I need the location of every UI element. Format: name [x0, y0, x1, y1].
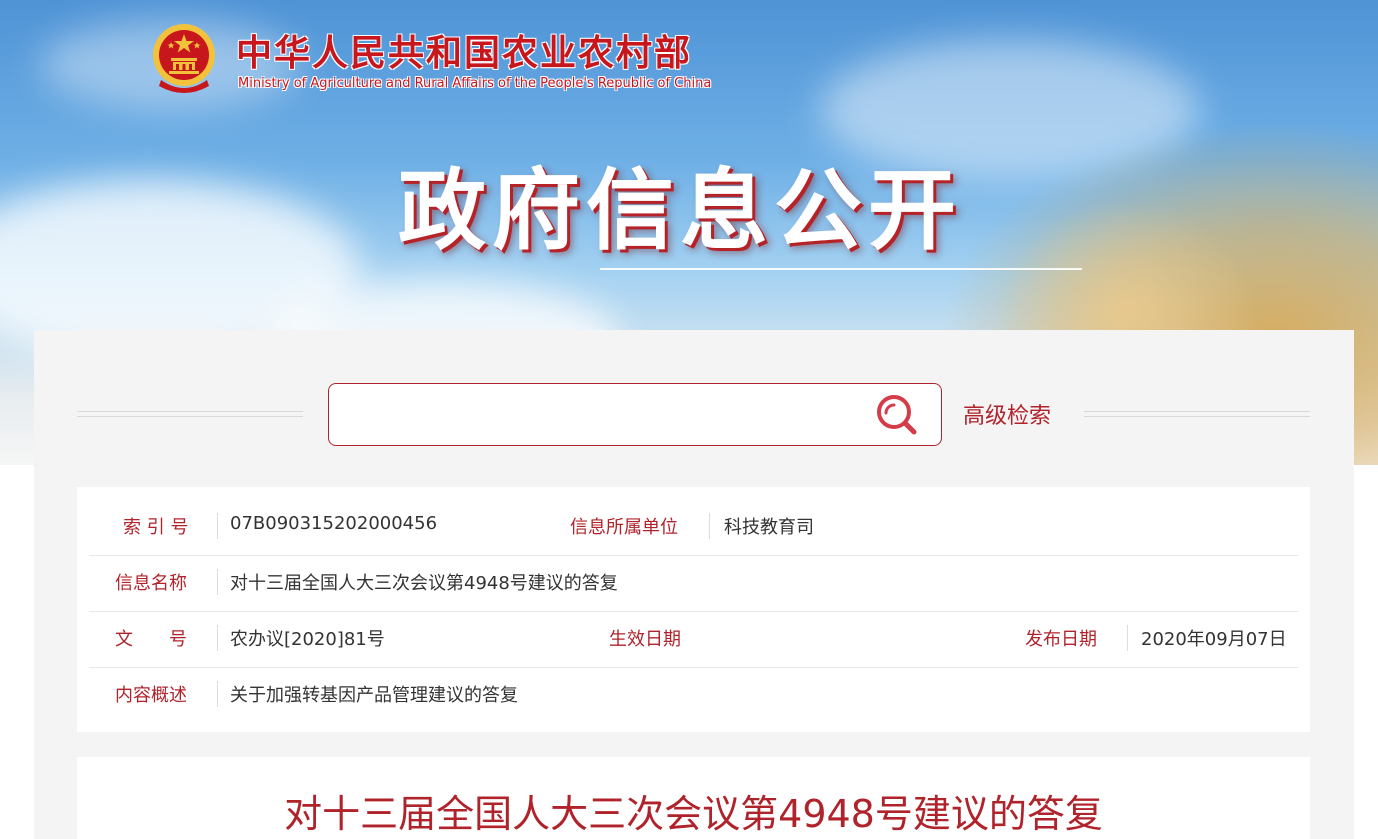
- name-label: 信息名称: [115, 573, 187, 594]
- summary-label: 内容概述: [115, 685, 187, 706]
- divider: [709, 513, 710, 539]
- advanced-search-link[interactable]: 高级检索: [963, 398, 1051, 430]
- divider: [217, 513, 218, 539]
- divider: [217, 681, 218, 707]
- search-divider-left: [77, 411, 303, 417]
- doc-no-value: 农办议[2020]81号: [230, 629, 385, 650]
- name-value: 对十三届全国人大三次会议第4948号建议的答复: [230, 573, 618, 594]
- publish-date-value: 2020年09月07日: [1141, 629, 1287, 650]
- search-box: [328, 383, 942, 446]
- info-row: 索 引 号 07B090315202000456 信息所属单位 科技教育司: [89, 499, 1298, 556]
- index-value: 07B090315202000456: [230, 513, 438, 534]
- search-input[interactable]: [341, 394, 865, 436]
- unit-value: 科技教育司: [724, 517, 814, 538]
- ministry-name-en: Ministry of Agriculture and Rural Affair…: [238, 76, 712, 91]
- content-panel: 高级检索 索 引 号 07B090315202000456 信息所属单位 科技教…: [34, 330, 1354, 839]
- index-label: 索 引 号: [123, 517, 189, 538]
- info-row: 文 号 农办议[2020]81号 生效日期 发布日期 2020年09月07日: [89, 611, 1298, 668]
- info-table: 索 引 号 07B090315202000456 信息所属单位 科技教育司 信息…: [77, 487, 1310, 732]
- national-emblem-icon: [153, 24, 215, 93]
- banner-underline: [600, 268, 1082, 270]
- info-row: 信息名称 对十三届全国人大三次会议第4948号建议的答复: [89, 555, 1298, 612]
- effective-date-label: 生效日期: [609, 629, 681, 650]
- unit-label: 信息所属单位: [570, 517, 678, 538]
- divider: [217, 625, 218, 651]
- ministry-name-cn: 中华人民共和国农业农村部: [236, 33, 693, 74]
- doc-no-label: 文 号: [115, 629, 187, 650]
- divider: [1127, 625, 1128, 651]
- banner-title: 政府信息公开: [398, 159, 963, 262]
- search-divider-right: [1084, 411, 1310, 417]
- publish-date-label: 发布日期: [1025, 629, 1097, 650]
- document-title-card: 对十三届全国人大三次会议第4948号建议的答复: [77, 757, 1310, 839]
- info-row: 内容概述 关于加强转基因产品管理建议的答复: [89, 667, 1298, 723]
- search-icon[interactable]: [875, 393, 919, 437]
- divider: [217, 569, 218, 595]
- document-title: 对十三届全国人大三次会议第4948号建议的答复: [284, 792, 1103, 836]
- summary-value: 关于加强转基因产品管理建议的答复: [230, 685, 518, 706]
